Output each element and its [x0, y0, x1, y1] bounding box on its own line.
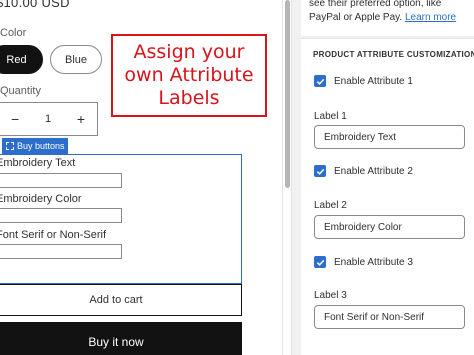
enable-attribute-1-checkbox[interactable]: Enable Attribute 1: [314, 75, 413, 87]
quantity-label: Quantity: [0, 85, 41, 97]
enable-attribute-2-checkbox[interactable]: Enable Attribute 2: [314, 165, 413, 177]
attribute-3-input[interactable]: [0, 244, 122, 259]
product-price: $10.00 USD: [0, 0, 70, 10]
label-3-input[interactable]: Font Serif or Non-Serif: [314, 305, 465, 329]
label-1-caption: Label 1: [314, 111, 347, 122]
checkmark-icon: [314, 165, 326, 177]
annotation-line-3: Labels: [158, 87, 220, 109]
payment-info-card: see their preferred option, like PayPal …: [301, 0, 474, 36]
attribute-1-label: Embroidery Text: [0, 157, 76, 169]
attribute-2-input[interactable]: [0, 208, 122, 223]
scrollbar-thumb[interactable]: [285, 0, 290, 188]
label-2-caption: Label 2: [314, 200, 347, 211]
add-to-cart-button[interactable]: Add to cart: [0, 284, 242, 316]
swatch-red[interactable]: Red: [0, 45, 43, 74]
enable-attribute-2-label: Enable Attribute 2: [334, 165, 413, 177]
attribute-1-input[interactable]: [0, 173, 122, 188]
quantity-stepper: − 1 +: [0, 102, 98, 136]
checkmark-icon: [314, 256, 326, 268]
checkmark-icon: [314, 75, 326, 87]
label-3-caption: Label 3: [314, 290, 347, 301]
buy-it-now-button[interactable]: Buy it now: [0, 322, 242, 355]
preview-scrollbar[interactable]: [282, 0, 292, 355]
label-1-input[interactable]: Embroidery Text: [314, 125, 465, 149]
buy-buttons-tag-label: Buy buttons: [17, 141, 65, 151]
annotation-line-1: Assign your: [133, 41, 245, 63]
quantity-value[interactable]: 1: [45, 113, 51, 125]
label-2-input[interactable]: Embroidery Color: [314, 215, 465, 239]
payment-info-line-1: see their preferred option, like: [309, 0, 442, 9]
annotation-callout: Assign your own Attribute Labels: [111, 34, 267, 117]
attribute-3-label: Font Serif or Non-Serif: [0, 229, 107, 241]
learn-more-link[interactable]: Learn more: [405, 12, 456, 23]
enable-attribute-3-label: Enable Attribute 3: [334, 256, 413, 268]
select-frame-icon: [6, 142, 14, 150]
section-title: PRODUCT ATTRIBUTE CUSTOMIZATION: [313, 50, 474, 59]
enable-attribute-3-checkbox[interactable]: Enable Attribute 3: [314, 256, 413, 268]
color-label: Color: [0, 27, 27, 39]
enable-attribute-1-label: Enable Attribute 1: [334, 75, 413, 87]
quantity-decrement-button[interactable]: −: [11, 111, 19, 127]
payment-info-text: see their preferred option, like PayPal …: [309, 0, 456, 25]
quantity-increment-button[interactable]: +: [77, 111, 85, 127]
buy-buttons-block-tag[interactable]: Buy buttons: [2, 138, 68, 154]
annotation-text: Assign your own Attribute Labels: [124, 41, 253, 110]
annotation-line-2: own Attribute: [124, 64, 254, 86]
swatch-blue[interactable]: Blue: [50, 45, 102, 74]
payment-info-line-2: PayPal or Apple Pay.: [309, 12, 405, 23]
attribute-2-label: Embroidery Color: [0, 193, 82, 205]
